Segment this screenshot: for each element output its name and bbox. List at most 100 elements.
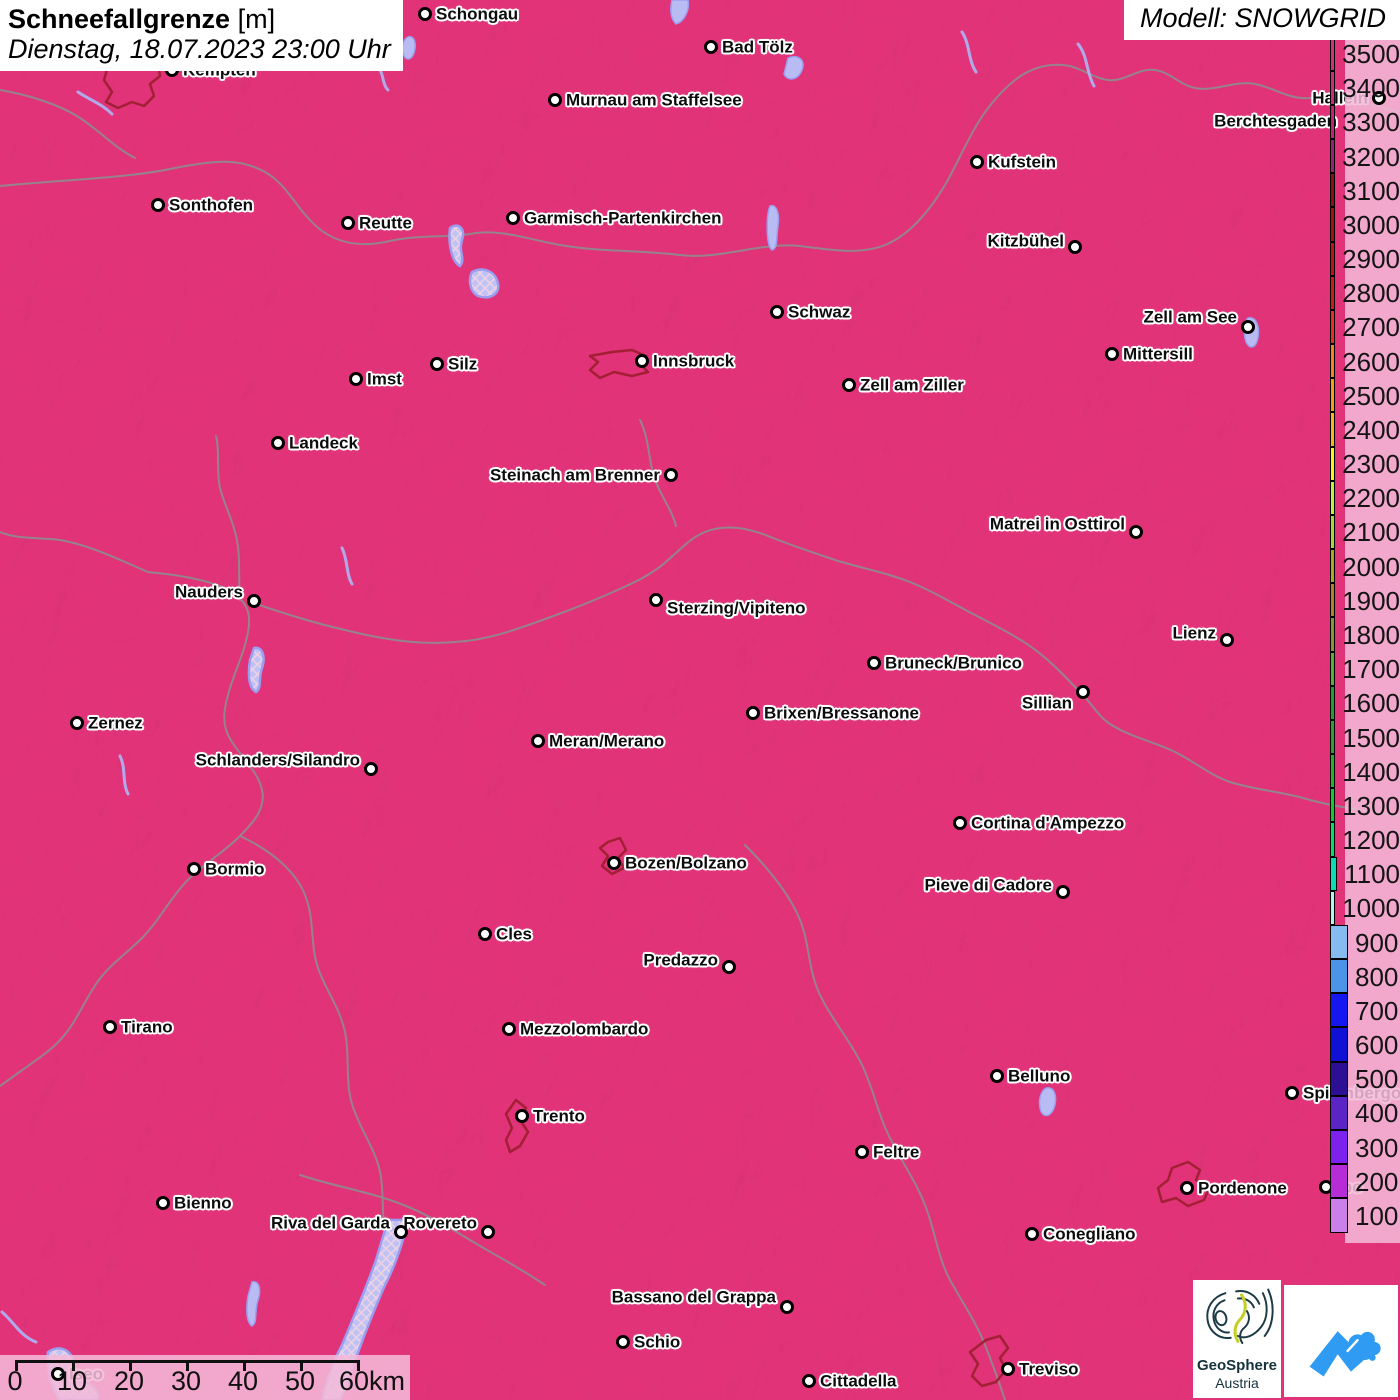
colorbar-swatch bbox=[1330, 37, 1336, 72]
city-label: Steinach am Brenner bbox=[489, 465, 660, 485]
geosphere-country: Austria bbox=[1215, 1375, 1259, 1391]
city-dot bbox=[802, 1374, 816, 1388]
colorbar-row: 1000 bbox=[1330, 890, 1400, 925]
city-dot bbox=[1220, 633, 1234, 647]
colorbar-tick-label: 100 bbox=[1355, 1200, 1399, 1231]
city-label: Sillian bbox=[1021, 693, 1072, 713]
title-datetime: Dienstag, 18.07.2023 23:00 Uhr bbox=[8, 34, 391, 65]
scale-bar-label: 0 bbox=[7, 1366, 23, 1396]
title-unit: [m] bbox=[237, 4, 276, 34]
city-dot bbox=[515, 1109, 529, 1123]
city-label: Bienno bbox=[174, 1193, 232, 1213]
city-dot bbox=[151, 198, 165, 212]
city-dot bbox=[430, 357, 444, 371]
city-dot bbox=[364, 762, 378, 776]
city-label: Reutte bbox=[359, 213, 412, 233]
city-dot bbox=[271, 436, 285, 450]
city-label: Bormio bbox=[205, 859, 265, 879]
city-dot bbox=[616, 1335, 630, 1349]
city-dot bbox=[418, 7, 432, 21]
colorbar-tick-label: 2600 bbox=[1342, 346, 1400, 377]
page-title: Schneefallgrenze [m] bbox=[8, 4, 276, 34]
scale-bar-label: 40 bbox=[227, 1366, 259, 1396]
colorbar-swatch bbox=[1330, 1130, 1348, 1165]
colorbar-tick-label: 800 bbox=[1355, 961, 1399, 992]
city-label: Zell am Ziller bbox=[860, 375, 964, 395]
colorbar-swatch bbox=[1330, 924, 1348, 960]
colorbar-swatch bbox=[1330, 412, 1336, 447]
colorbar-swatch bbox=[1330, 890, 1336, 925]
colorbar-swatch bbox=[1330, 583, 1336, 618]
city-label: Sonthofen bbox=[169, 195, 254, 215]
colorbar-tick-label: 2400 bbox=[1342, 414, 1400, 445]
colorbar-swatch bbox=[1330, 617, 1336, 652]
city-label: Bozen/Bolzano bbox=[625, 853, 747, 873]
city-label: Tirano bbox=[121, 1017, 173, 1037]
city-label: Riva del Garda bbox=[270, 1213, 390, 1233]
city-label: Sterzing/Vipiteno bbox=[667, 598, 806, 618]
colorbar-row: 700 bbox=[1330, 993, 1400, 1028]
city-label: Belluno bbox=[1008, 1066, 1071, 1086]
colorbar: 3500 3400 3300 3200 3100 3000 2900 2800 2700 2600… bbox=[1330, 37, 1400, 1233]
scale-bar-label: 10 bbox=[56, 1366, 88, 1396]
city-label: Pordenone bbox=[1198, 1178, 1287, 1198]
city-dot bbox=[664, 468, 678, 482]
city-dot bbox=[1105, 347, 1119, 361]
city-dot bbox=[855, 1145, 869, 1159]
title-box: Schneefallgrenze [m] Dienstag, 18.07.202… bbox=[0, 0, 403, 72]
colorbar-tick-label: 300 bbox=[1355, 1132, 1399, 1163]
city-label: Brixen/Bressanone bbox=[764, 703, 919, 723]
colorbar-swatch bbox=[1330, 993, 1348, 1028]
colorbar-tick-label: 1400 bbox=[1342, 756, 1400, 787]
city-dot bbox=[394, 1225, 408, 1239]
city-label: Bassano del Grappa bbox=[611, 1287, 776, 1307]
city-dot bbox=[103, 1020, 117, 1034]
city-dot bbox=[481, 1225, 495, 1239]
colorbar-tick-label: 2700 bbox=[1342, 312, 1400, 343]
model-label: Modell: SNOWGRID bbox=[1123, 0, 1400, 40]
city-dot bbox=[746, 706, 760, 720]
city-dot bbox=[770, 305, 784, 319]
city-dot bbox=[704, 40, 718, 54]
colorbar-swatch bbox=[1330, 480, 1336, 515]
colorbar-swatch bbox=[1330, 651, 1336, 686]
colorbar-swatch bbox=[1330, 549, 1336, 584]
city-dot bbox=[156, 1196, 170, 1210]
colorbar-tick-label: 3500 bbox=[1342, 39, 1400, 70]
city-label: Schlanders/Silandro bbox=[195, 750, 360, 770]
city-label: Pieve di Cadore bbox=[924, 875, 1052, 895]
colorbar-tick-label: 1300 bbox=[1342, 790, 1400, 821]
colorbar-row: 2600 bbox=[1330, 344, 1400, 379]
city-label: Cittadella bbox=[820, 1371, 897, 1391]
city-boundary-outlines bbox=[102, 56, 1212, 1388]
colorbar-swatch bbox=[1330, 139, 1336, 174]
colorbar-tick-label: 2200 bbox=[1342, 483, 1400, 514]
partner-logo bbox=[1284, 1285, 1398, 1397]
colorbar-row: 100 bbox=[1330, 1198, 1400, 1233]
colorbar-swatch bbox=[1330, 70, 1336, 105]
city-dot bbox=[1285, 1086, 1299, 1100]
colorbar-tick-label: 1100 bbox=[1344, 859, 1400, 890]
city-dot bbox=[1129, 525, 1143, 539]
colorbar-tick-label: 2000 bbox=[1342, 551, 1400, 582]
colorbar-swatch bbox=[1330, 719, 1336, 755]
city-dot bbox=[187, 862, 201, 876]
city-label: Feltre bbox=[873, 1142, 920, 1162]
colorbar-tick-label: 3400 bbox=[1342, 73, 1400, 104]
colorbar-row: 1800 bbox=[1330, 617, 1400, 652]
colorbar-swatch bbox=[1330, 173, 1336, 208]
city-label: Zell am See bbox=[1143, 307, 1237, 327]
city-label: Bruneck/Brunico bbox=[885, 653, 1022, 673]
city-dot bbox=[502, 1022, 516, 1036]
colorbar-row: 1900 bbox=[1330, 583, 1400, 618]
colorbar-row: 3200 bbox=[1330, 139, 1400, 174]
scale-bar: 0 10 20 30 40 50 60km bbox=[0, 1355, 410, 1400]
colorbar-row: 3500 bbox=[1330, 37, 1400, 72]
colorbar-row: 2500 bbox=[1330, 378, 1400, 413]
colorbar-swatch bbox=[1330, 959, 1348, 994]
colorbar-row: 1200 bbox=[1330, 822, 1400, 857]
colorbar-tick-label: 2900 bbox=[1342, 244, 1400, 275]
city-label: Cortina d'Ampezzo bbox=[971, 813, 1125, 833]
colorbar-tick-label: 500 bbox=[1355, 1064, 1399, 1095]
city-label: Meran/Merano bbox=[549, 731, 665, 751]
